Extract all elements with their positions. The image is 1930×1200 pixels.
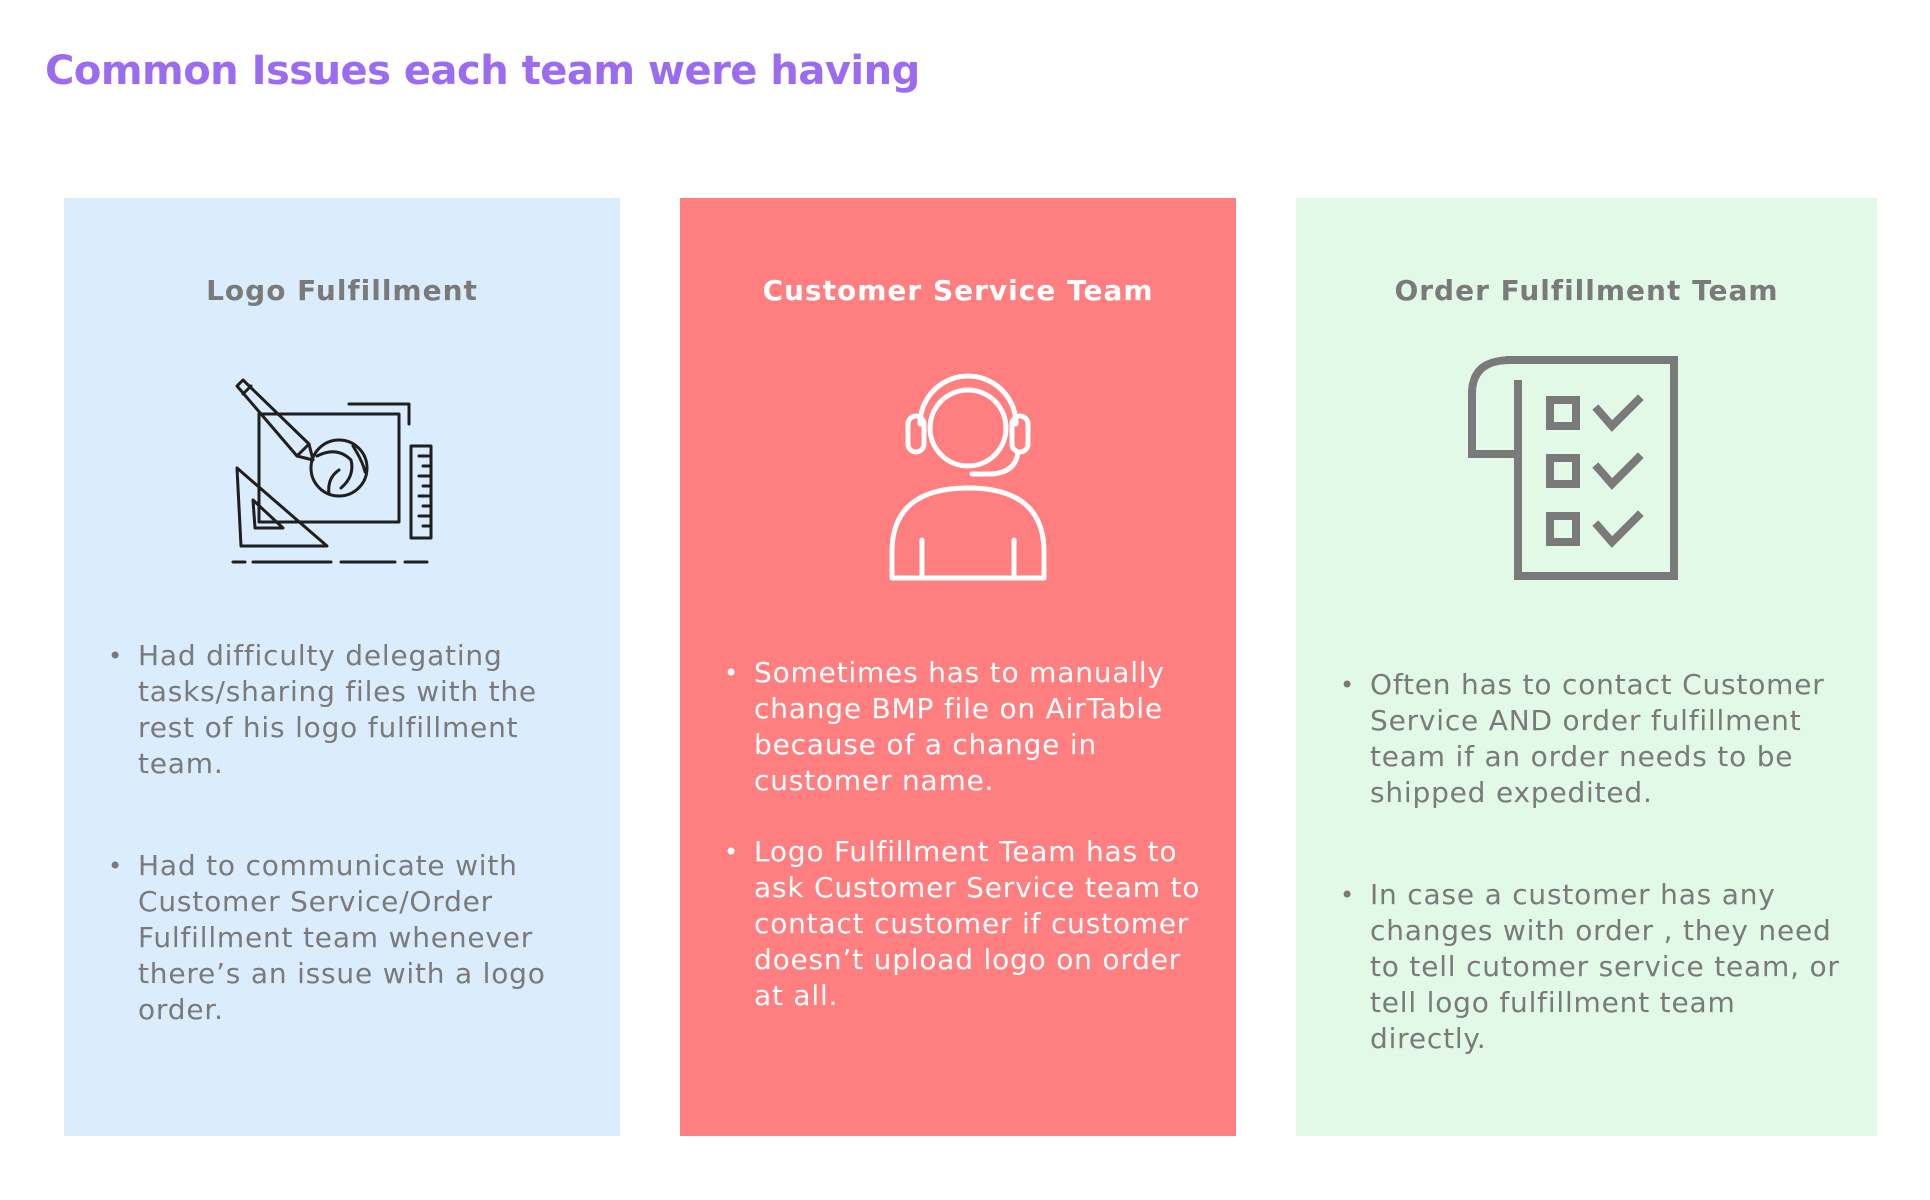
list-item: Sometimes has to manually change BMP fil… bbox=[724, 655, 1214, 799]
list-item: Had difficulty delegating tasks/sharing … bbox=[108, 638, 578, 782]
card-title: Customer Service Team bbox=[762, 274, 1154, 307]
order-fulfillment-card: Order Fulfillment Team Often has to cont… bbox=[1296, 198, 1877, 1136]
card-title: Logo Fulfillment bbox=[206, 274, 478, 307]
list-item: Often has to contact Customer Service AN… bbox=[1340, 667, 1850, 811]
list-item: Logo Fulfillment Team has to ask Custome… bbox=[724, 834, 1214, 1014]
design-tools-icon bbox=[231, 378, 433, 564]
headset-agent-icon bbox=[889, 373, 1047, 581]
page-title: Common Issues each team were having bbox=[45, 48, 920, 94]
checklist-icon bbox=[1468, 355, 1678, 580]
customer-service-card: Customer Service Team Sometimes has to m… bbox=[680, 198, 1236, 1136]
list-item: Had to communicate with Customer Service… bbox=[108, 848, 578, 1028]
issue-list: Had difficulty delegating tasks/sharing … bbox=[108, 638, 578, 1028]
list-item: In case a customer has any changes with … bbox=[1340, 877, 1850, 1057]
card-title: Order Fulfillment Team bbox=[1394, 274, 1779, 307]
logo-fulfillment-card: Logo Fulfillment Had difficulty del bbox=[64, 198, 620, 1136]
issue-list: Sometimes has to manually change BMP fil… bbox=[724, 655, 1214, 1014]
issue-list: Often has to contact Customer Service AN… bbox=[1340, 667, 1850, 1057]
